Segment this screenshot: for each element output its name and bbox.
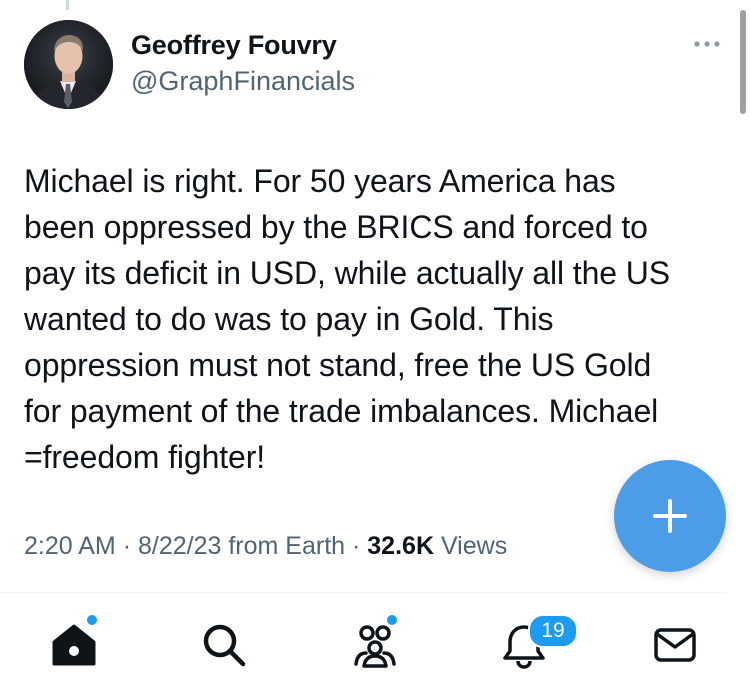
tweet-source: from Earth — [228, 532, 346, 560]
scrollbar[interactable] — [740, 10, 746, 114]
bottom-navigation — [0, 596, 750, 694]
home-icon — [52, 624, 96, 666]
tab-communities[interactable] — [350, 620, 400, 670]
avatar[interactable] — [24, 20, 113, 109]
tab-search[interactable] — [199, 620, 249, 670]
author-handle[interactable]: @GraphFinancials — [131, 66, 355, 97]
avatar-photo — [24, 20, 113, 109]
communities-unread-dot — [387, 615, 397, 625]
home-unread-dot — [87, 615, 97, 625]
more-options-icon[interactable] — [692, 34, 722, 54]
meta-separator: · — [352, 532, 361, 560]
author-name[interactable]: Geoffrey Fouvry — [131, 30, 337, 61]
compose-button[interactable] — [614, 460, 726, 572]
tweet-detail-page: Geoffrey Fouvry @GraphFinancials Michael… — [0, 0, 750, 694]
tab-home[interactable] — [49, 620, 99, 670]
notifications-badge: 19 — [528, 614, 578, 648]
divider — [0, 592, 726, 593]
meta-separator: · — [122, 532, 132, 560]
tweet-date[interactable]: 8/22/23 — [138, 532, 221, 560]
plus-icon — [653, 499, 687, 533]
views-count[interactable]: 32.6K — [367, 532, 434, 560]
communities-icon — [354, 625, 396, 668]
search-icon — [203, 624, 246, 667]
tweet-time[interactable]: 2:20 AM — [24, 532, 116, 560]
mail-icon — [654, 628, 696, 662]
tab-messages[interactable] — [650, 620, 700, 670]
tweet-metadata: 2:20 AM · 8/22/23 from Earth · 32.6K Vie… — [24, 532, 507, 561]
views-label: Views — [440, 532, 508, 560]
tweet-text: Michael is right. For 50 years America h… — [24, 163, 671, 475]
thread-connector-line — [66, 0, 69, 10]
